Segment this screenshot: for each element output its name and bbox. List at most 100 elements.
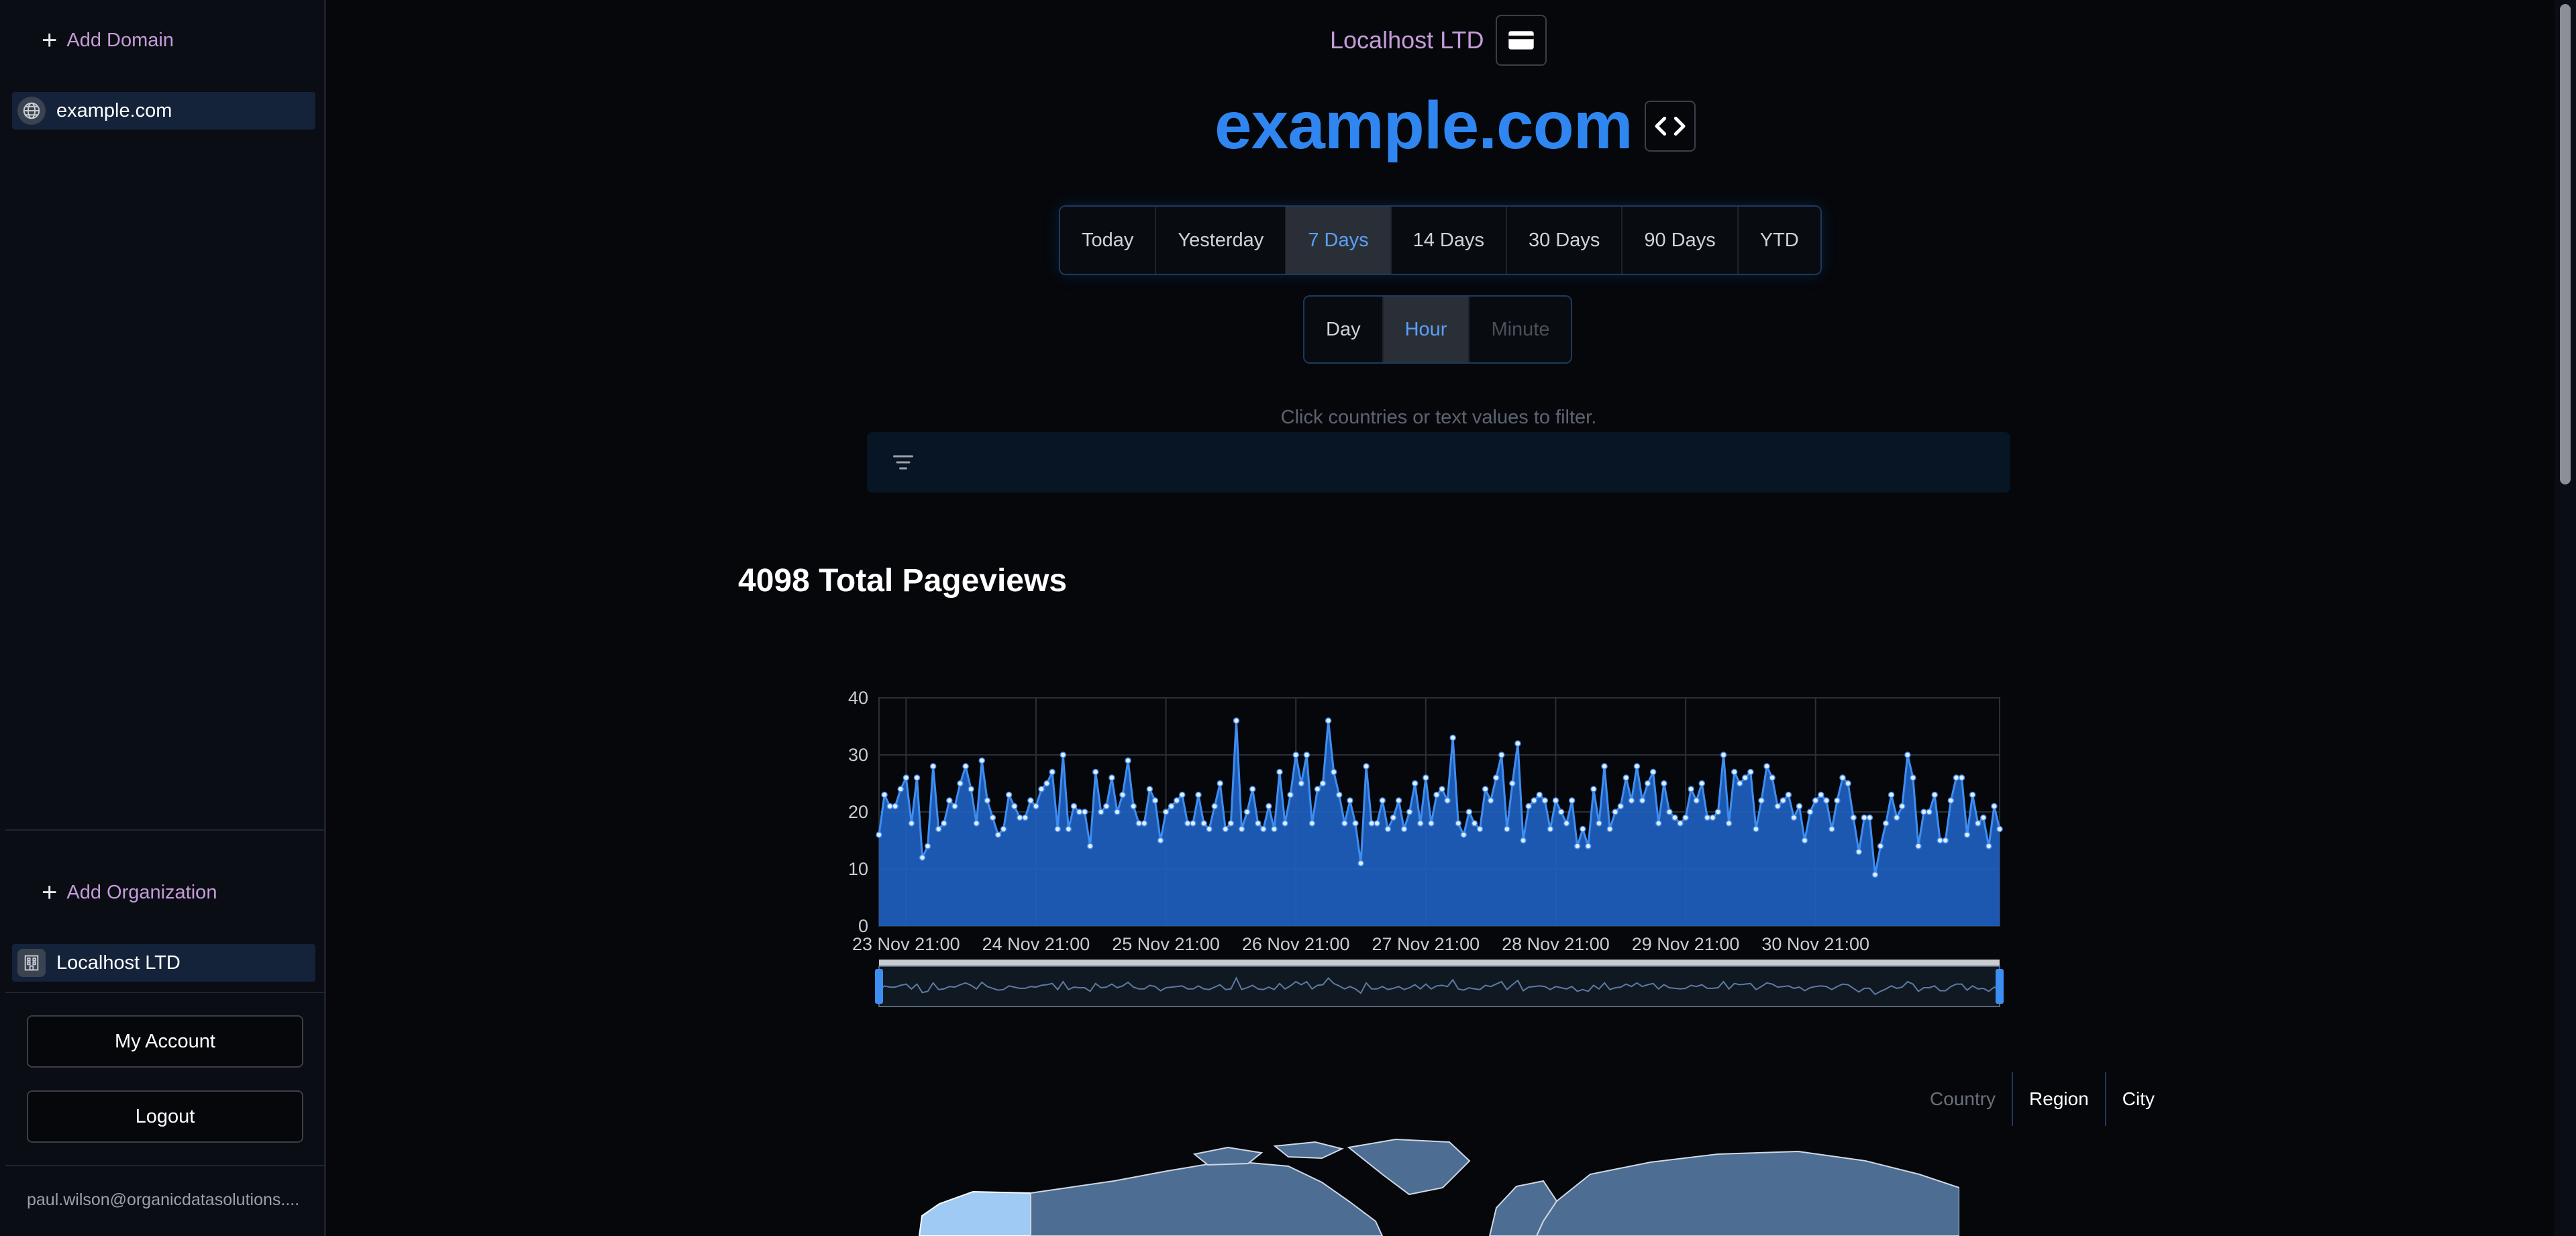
tab-region[interactable]: Region xyxy=(2013,1072,2105,1126)
data-point xyxy=(1904,752,1911,758)
world-map[interactable] xyxy=(913,1134,1959,1236)
data-point xyxy=(1130,803,1137,810)
granularity-option[interactable]: Hour xyxy=(1383,297,1470,362)
add-domain-label: Add Domain xyxy=(66,29,174,51)
range-option[interactable]: Today xyxy=(1060,207,1157,274)
data-point xyxy=(1986,843,1992,849)
add-organization-label: Add Organization xyxy=(66,881,217,903)
scrollbar-thumb[interactable] xyxy=(2560,4,2571,484)
data-point xyxy=(1639,797,1646,804)
data-point xyxy=(1774,803,1781,810)
logout-button[interactable]: Logout xyxy=(27,1090,303,1143)
data-point xyxy=(1109,774,1115,781)
data-point xyxy=(1363,763,1370,770)
data-point xyxy=(1157,837,1164,844)
x-tick-label: 25 Nov 21:00 xyxy=(1112,934,1220,954)
pageviews-chart[interactable]: 0 10 20 30 40 23 Nov 21:00 24 Nov 21:00 25 Nov … xyxy=(825,671,2013,1020)
data-point xyxy=(1958,774,1965,781)
data-point xyxy=(968,786,974,792)
data-point xyxy=(1206,825,1213,833)
data-point xyxy=(1439,786,1445,792)
data-point xyxy=(1184,820,1191,827)
data-point xyxy=(1341,820,1348,827)
data-point xyxy=(1411,780,1419,787)
data-point xyxy=(1455,820,1461,827)
data-point xyxy=(1937,837,1944,844)
granularity-option[interactable]: Day xyxy=(1304,297,1384,362)
tab-country[interactable]: Country xyxy=(1914,1072,2012,1126)
data-point xyxy=(962,763,969,770)
data-point xyxy=(1649,768,1657,776)
date-range-selector: Today Yesterday 7 Days 14 Days 30 Days 90 Day… xyxy=(1059,205,1822,275)
data-point xyxy=(951,803,958,810)
tab-city[interactable]: City xyxy=(2106,1072,2171,1126)
data-point xyxy=(1487,797,1494,804)
data-point xyxy=(1693,797,1700,804)
data-point xyxy=(1011,803,1018,810)
data-point xyxy=(1049,768,1055,776)
data-point xyxy=(1308,820,1316,827)
data-point xyxy=(1644,780,1651,787)
data-point xyxy=(1557,809,1565,815)
data-point xyxy=(1547,825,1554,833)
data-point xyxy=(1005,791,1013,799)
data-point xyxy=(919,854,926,861)
data-point xyxy=(881,791,888,799)
range-option[interactable]: YTD xyxy=(1738,207,1820,274)
data-point xyxy=(1249,786,1256,792)
data-point xyxy=(876,831,882,838)
data-point xyxy=(1276,768,1283,776)
x-tick-label: 28 Nov 21:00 xyxy=(1502,934,1610,954)
data-point xyxy=(1871,871,1879,878)
page-scrollbar[interactable] xyxy=(2555,0,2576,1236)
data-point xyxy=(1866,814,1873,821)
data-point xyxy=(929,763,937,770)
data-point xyxy=(1498,752,1505,758)
data-point xyxy=(1915,843,1922,849)
add-organization-button[interactable]: + Add Organization xyxy=(42,879,217,906)
data-point xyxy=(935,825,942,833)
data-point xyxy=(1081,809,1088,815)
data-point xyxy=(1980,814,1987,821)
plus-icon: + xyxy=(42,878,58,907)
y-tick-label: 10 xyxy=(848,859,868,879)
data-point xyxy=(1076,809,1083,815)
map-region-canada[interactable] xyxy=(1030,1160,1384,1236)
filter-bar[interactable] xyxy=(867,432,2010,493)
granularity-option[interactable]: Minute xyxy=(1470,297,1572,362)
x-tick-label: 27 Nov 21:00 xyxy=(1372,934,1480,954)
data-point xyxy=(1282,820,1288,827)
map-region-russia[interactable] xyxy=(1535,1150,1959,1236)
sidebar-item-organization[interactable]: Localhost LTD xyxy=(12,944,315,982)
data-point xyxy=(1947,797,1955,804)
data-point xyxy=(1834,797,1841,804)
range-option[interactable]: 14 Days xyxy=(1391,207,1507,274)
data-point xyxy=(1000,825,1007,833)
data-point xyxy=(1590,786,1597,792)
map-region-greenland[interactable] xyxy=(1347,1138,1471,1196)
zoom-handle-left xyxy=(875,969,883,1004)
range-option[interactable]: 90 Days xyxy=(1622,207,1739,274)
zoom-handle-right xyxy=(1996,969,2004,1004)
data-point xyxy=(1839,774,1846,781)
data-point xyxy=(984,797,991,804)
data-point xyxy=(1801,837,1808,844)
range-option[interactable]: Yesterday xyxy=(1156,207,1287,274)
embed-code-button[interactable] xyxy=(1644,100,1696,152)
x-tick-label: 23 Nov 21:00 xyxy=(852,934,960,954)
data-point xyxy=(1769,774,1775,781)
data-point xyxy=(1888,791,1895,799)
data-point xyxy=(1254,820,1261,827)
map-region-alaska[interactable] xyxy=(918,1190,1031,1236)
data-point xyxy=(1861,814,1868,821)
map-region-arctic-islands[interactable] xyxy=(1192,1141,1344,1166)
data-point xyxy=(1238,825,1245,833)
range-option[interactable]: 7 Days xyxy=(1286,207,1392,274)
add-domain-button[interactable]: + Add Domain xyxy=(42,27,174,54)
my-account-button[interactable]: My Account xyxy=(27,1015,303,1068)
range-option[interactable]: 30 Days xyxy=(1506,207,1623,274)
data-point xyxy=(1335,791,1343,799)
data-point xyxy=(1303,752,1310,758)
billing-button[interactable] xyxy=(1496,15,1547,66)
sidebar-item-domain[interactable]: example.com xyxy=(12,92,315,130)
